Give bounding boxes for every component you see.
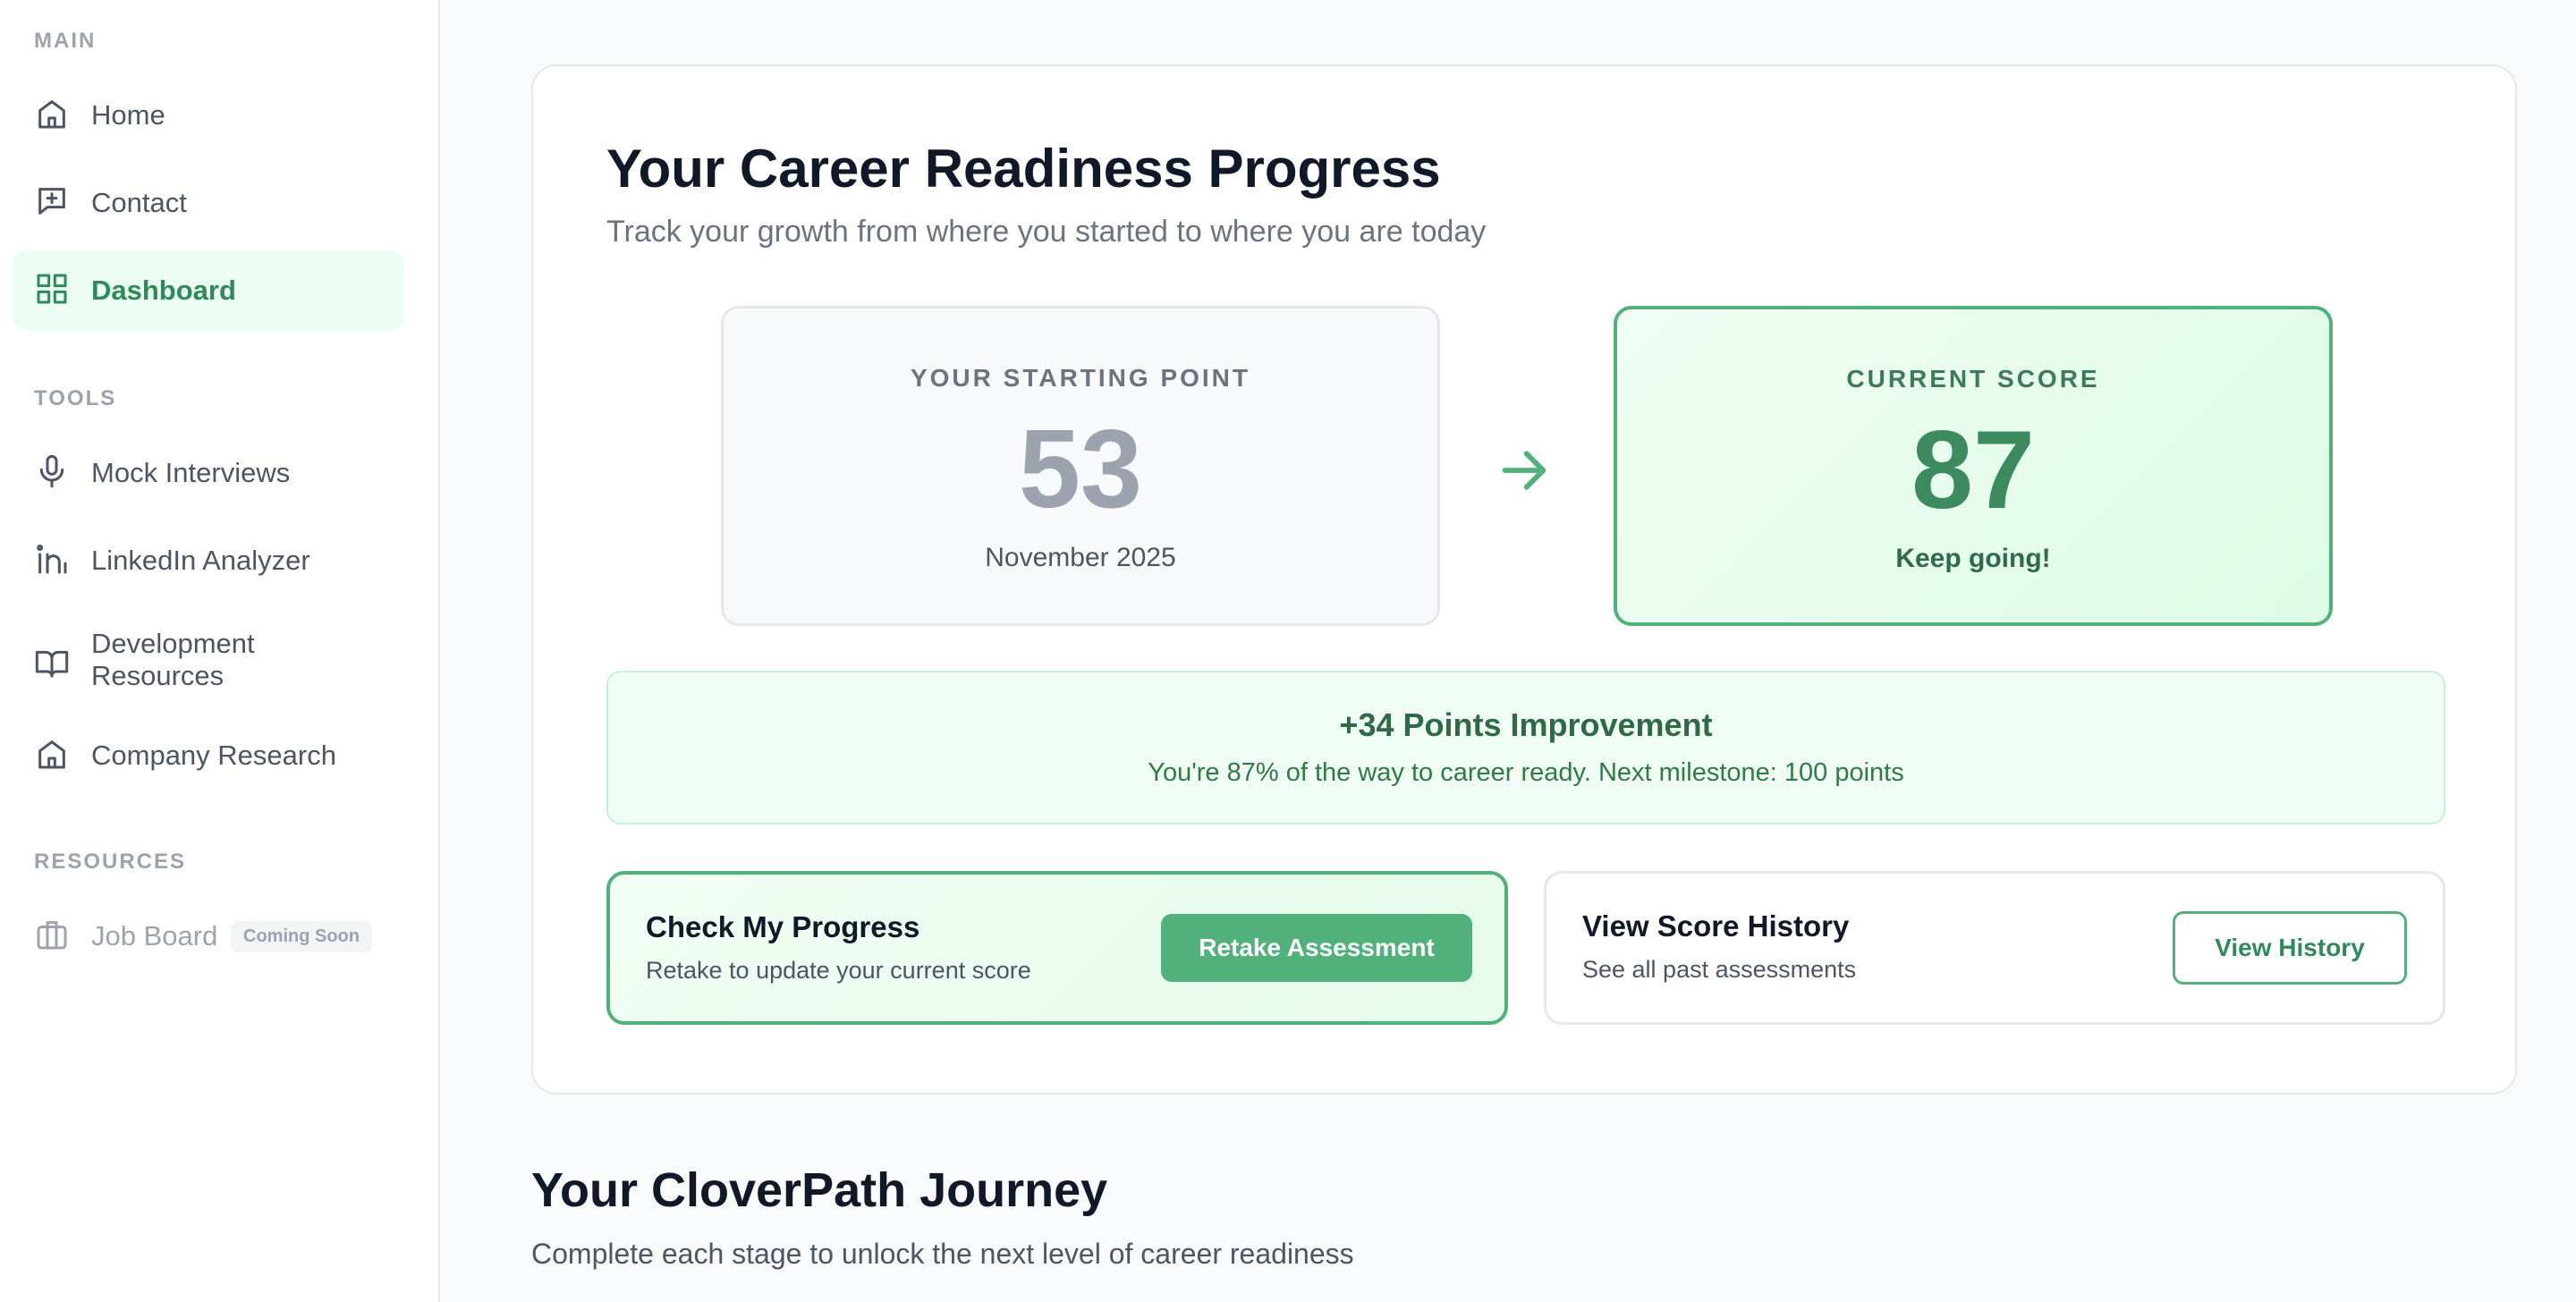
grid-icon [34,271,70,307]
section-label-tools: TOOLS [34,386,117,410]
current-score-box: CURRENT SCORE 87 Keep going! [1614,306,2333,626]
retake-assessment-button[interactable]: Retake Assessment [1161,914,1472,982]
home-icon [34,96,70,131]
sidebar-item-dashboard[interactable]: Dashboard [13,250,404,331]
sidebar-item-job-board: Job Board Coming Soon [13,896,404,976]
sidebar-item-label: Home [91,99,165,131]
score-history-title: View Score History [1582,909,1850,943]
briefcase-icon [34,917,70,952]
starting-score: 53 [1019,408,1142,531]
sidebar-item-label: Company Research [91,740,336,771]
sidebar-item-label-line2: Resources [91,660,225,691]
sidebar-item-linkedin-analyzer[interactable]: LinkedIn Analyzer [13,520,404,601]
score-history-text: See all past assessments [1582,956,1857,983]
starting-point-label: YOUR STARTING POINT [910,364,1251,392]
section-label-main: MAIN [34,29,97,53]
score-history-card: View Score History See all past assessme… [1544,871,2445,1025]
sidebar: MAIN Home Contact Dashboard TOOLS Mock I… [0,0,440,1302]
linkedin-icon [34,541,70,577]
current-score-caption: Keep going! [1895,544,2051,573]
section-label-resources: RESOURCES [34,850,187,874]
message-plus-icon [34,183,70,219]
improvement-banner: +34 Points Improvement You're 87% of the… [606,671,2445,824]
check-progress-title: Check My Progress [646,910,920,943]
sidebar-item-label: Job Board [91,920,218,951]
book-open-icon [34,645,70,681]
sidebar-item-home[interactable]: Home [13,75,404,156]
sidebar-item-label: Contact [91,187,187,218]
sidebar-item-contact[interactable]: Contact [13,163,404,243]
sidebar-item-mock-interviews[interactable]: Mock Interviews [13,433,404,513]
home-icon [34,736,70,772]
improvement-title: +34 Points Improvement [1339,706,1713,743]
sidebar-item-label: LinkedIn Analyzer [91,545,310,576]
current-score: 87 [1911,409,2035,532]
view-history-button[interactable]: View History [2173,911,2407,985]
sidebar-item-development-resources[interactable]: Development Resources [13,617,404,712]
sidebar-item-label: Dashboard [91,275,236,306]
sidebar-item-label: Mock Interviews [91,457,291,488]
sidebar-item-label-line1: Development [91,628,255,659]
page-subtitle: Track your growth from where you started… [606,215,1487,249]
career-progress-card: Your Career Readiness Progress Track you… [531,64,2517,1095]
page-title: Your Career Readiness Progress [606,139,1441,199]
starting-date: November 2025 [985,543,1176,572]
coming-soon-badge: Coming Soon [231,920,372,952]
current-score-label: CURRENT SCORE [1846,365,2100,393]
arrow-right-icon [1496,442,1553,499]
check-progress-card: Check My Progress Retake to update your … [606,871,1508,1025]
sidebar-item-company-research[interactable]: Company Research [13,715,404,796]
check-progress-text: Retake to update your current score [646,957,1031,984]
journey-title: Your CloverPath Journey [531,1163,1108,1217]
microphone-icon [34,453,70,489]
starting-point-box: YOUR STARTING POINT 53 November 2025 [721,306,1440,626]
journey-subtitle: Complete each stage to unlock the next l… [531,1238,1354,1270]
improvement-text: You're 87% of the way to career ready. N… [1148,758,1904,787]
